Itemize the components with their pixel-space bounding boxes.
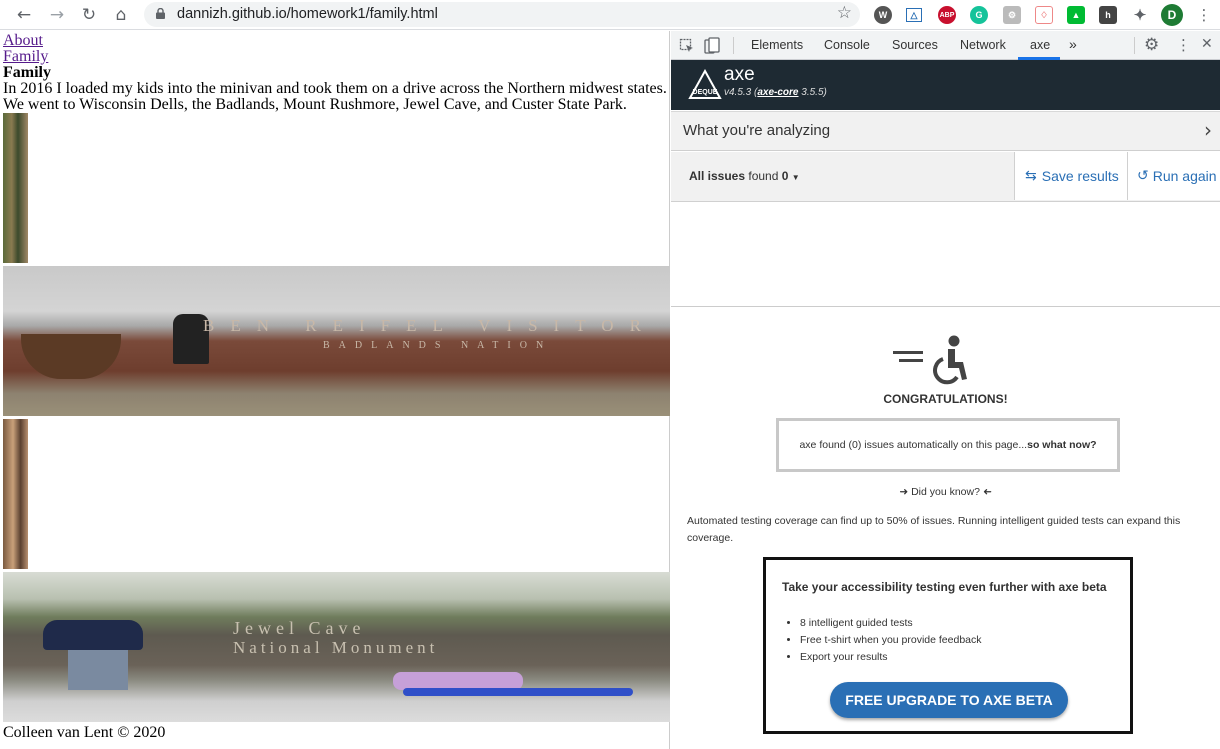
promo-title: Take your accessibility testing even fur… xyxy=(782,580,1107,594)
bookmark-star-icon[interactable]: ☆ xyxy=(837,3,852,23)
back-icon[interactable]: ← xyxy=(13,4,35,26)
lock-icon xyxy=(156,8,165,19)
inspect-element-icon[interactable] xyxy=(679,38,695,54)
tab-elements[interactable]: Elements xyxy=(751,38,803,52)
chevron-right-icon: › xyxy=(1204,118,1212,142)
so-what-now-link[interactable]: so what now? xyxy=(1027,439,1096,451)
tab-axe[interactable]: axe xyxy=(1030,38,1050,52)
adblock-extension-icon[interactable]: ABP xyxy=(938,6,956,24)
tab-console[interactable]: Console xyxy=(824,38,870,52)
tab-sources[interactable]: Sources xyxy=(892,38,938,52)
axe-title: axe xyxy=(724,64,755,85)
family-photo-badlands: BEN REIFEL VISITOR BADLANDS NATION xyxy=(3,266,670,416)
puzzle-extensions-icon[interactable]: ✦ xyxy=(1131,6,1149,24)
more-tabs-icon[interactable]: » xyxy=(1069,36,1077,52)
sign-text-jewel: Jewel Cave xyxy=(233,618,366,638)
arrow-left-icon: ➜ xyxy=(982,486,992,498)
promo-item: Export your results xyxy=(800,649,982,666)
nav-link-family[interactable]: Family xyxy=(3,49,48,65)
settings-gear-icon[interactable]: ⚙ xyxy=(1144,35,1159,55)
intro-line-2: We went to Wisconsin Dells, the Badlands… xyxy=(3,96,627,113)
congratulations-heading: CONGRATULATIONS! xyxy=(883,392,1008,406)
devtools-tab-bar: Elements Console Sources Network axe » ⚙… xyxy=(671,31,1220,60)
chart-extension-icon[interactable]: ▲ xyxy=(1067,6,1085,24)
summary-box: axe found (0) issues automatically on th… xyxy=(776,418,1120,472)
pocket-extension-icon[interactable]: ♢ xyxy=(1035,6,1053,24)
headings-extension-icon[interactable]: h xyxy=(1099,6,1117,24)
devtools-panel: Elements Console Sources Network axe » ⚙… xyxy=(671,31,1220,749)
person-figure-boy xyxy=(43,620,143,650)
page-footer: Colleen van Lent © 2020 xyxy=(3,724,166,741)
sign-text: BEN REIFEL VISITOR xyxy=(203,316,657,335)
axe-beta-promo-box: Take your accessibility testing even fur… xyxy=(763,557,1133,734)
axe-header: DEQUE axe v4.5.3 (axe-core 3.5.5) xyxy=(671,60,1220,110)
wordpress-extension-icon[interactable]: W xyxy=(874,6,892,24)
web-page: About Family Family In 2016 I loaded my … xyxy=(0,31,670,749)
axe-core-link[interactable]: axe-core xyxy=(757,87,798,98)
what-youre-analyzing-bar[interactable]: What you're analyzing › xyxy=(671,111,1220,151)
url-text: dannizh.github.io/homework1/family.html xyxy=(177,6,438,22)
home-icon[interactable]: ⌂ xyxy=(110,4,132,26)
sign-subtext-jewel: National Monument xyxy=(233,638,439,657)
family-photo-3 xyxy=(3,419,28,569)
run-again-button[interactable]: ↺ Run again xyxy=(1127,152,1220,200)
caret-down-icon: ▼ xyxy=(791,173,800,182)
browser-toolbar: ← → ↻ ⌂ dannizh.github.io/homework1/fami… xyxy=(0,0,1220,30)
browser-menu-icon[interactable]: ⋮ xyxy=(1193,4,1215,26)
swap-arrows-icon: ⇆ xyxy=(1025,168,1037,184)
tab-network[interactable]: Network xyxy=(960,38,1006,52)
sign-subtext: BADLANDS NATION xyxy=(323,340,553,351)
extension-icon[interactable]: ⚙ xyxy=(1003,6,1021,24)
upgrade-axe-beta-button[interactable]: FREE UPGRADE TO AXE BETA xyxy=(830,682,1068,718)
save-results-button[interactable]: ⇆ Save results xyxy=(1014,152,1127,200)
did-you-know: ➜ Did you know? ➜ xyxy=(899,486,992,498)
promo-list: 8 intelligent guided tests Free t-shirt … xyxy=(800,615,982,666)
page-heading: Family xyxy=(3,64,51,81)
nav-link-about[interactable]: About xyxy=(3,33,43,49)
axe-extension-icon[interactable]: △ xyxy=(906,8,922,22)
issues-toolbar: All issues found 0 ▼ ⇆ Save results ↺ Run … xyxy=(671,152,1220,202)
coverage-text: Automated testing coverage can find up t… xyxy=(687,515,1181,544)
address-bar[interactable]: dannizh.github.io/homework1/family.html … xyxy=(144,2,860,27)
svg-text:DEQUE: DEQUE xyxy=(693,89,718,96)
issues-filter-dropdown[interactable]: All issues found 0 ▼ xyxy=(689,169,800,183)
family-photo-jewel-cave: Jewel Cave National Monument xyxy=(3,572,670,722)
rerun-icon: ↺ xyxy=(1137,168,1149,184)
promo-item: 8 intelligent guided tests xyxy=(800,615,982,632)
device-toolbar-icon[interactable] xyxy=(704,37,720,54)
analyzing-label: What you're analyzing xyxy=(683,122,831,139)
close-devtools-icon[interactable]: ✕ xyxy=(1201,36,1213,52)
accessibility-icon xyxy=(893,335,967,385)
grammarly-extension-icon[interactable]: G xyxy=(970,6,988,24)
section-divider xyxy=(671,306,1220,307)
axe-logo-icon: DEQUE xyxy=(688,69,722,99)
intro-line-1: In 2016 I loaded my kids into the miniva… xyxy=(3,80,667,97)
family-photo-1 xyxy=(3,113,28,263)
forward-icon[interactable]: → xyxy=(46,4,68,26)
devtools-menu-icon[interactable]: ⋮ xyxy=(1176,36,1191,54)
axe-version: v4.5.3 (axe-core 3.5.5) xyxy=(724,87,827,98)
profile-avatar[interactable]: D xyxy=(1161,4,1183,26)
arrow-right-icon: ➜ xyxy=(899,486,909,498)
promo-item: Free t-shirt when you provide feedback xyxy=(800,632,982,649)
reload-icon[interactable]: ↻ xyxy=(78,4,100,26)
